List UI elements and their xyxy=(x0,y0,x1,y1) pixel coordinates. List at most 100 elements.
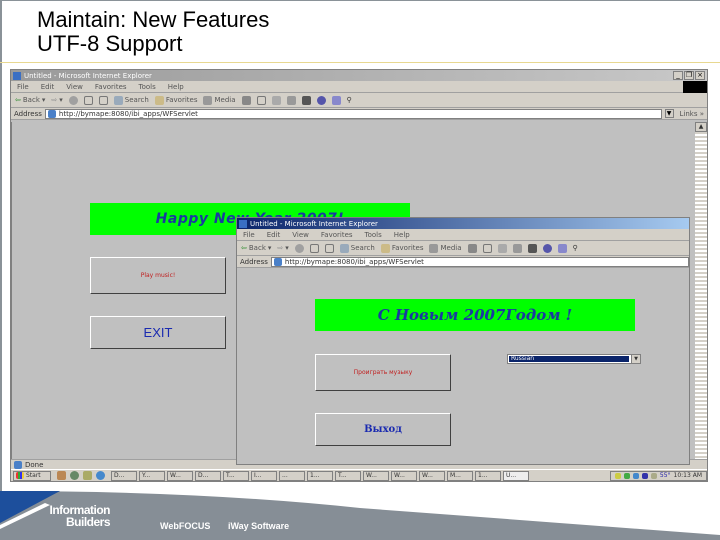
menu-file[interactable]: File xyxy=(17,83,29,91)
back-button[interactable]: ⇦ Back ▾ xyxy=(15,96,45,104)
edit-icon[interactable] xyxy=(286,95,296,105)
discuss-icon[interactable] xyxy=(527,243,537,253)
language-select[interactable]: Russian ▼ xyxy=(507,354,641,364)
menu-favorites[interactable]: Favorites xyxy=(95,83,127,91)
menu-view[interactable]: View xyxy=(292,231,309,239)
address-input[interactable]: http://bymape:8080/ibi_apps/WFServlet xyxy=(44,108,662,119)
address-value: http://bymape:8080/ibi_apps/WFServlet xyxy=(284,257,424,266)
edit-icon[interactable] xyxy=(512,243,522,253)
task-button[interactable]: W... xyxy=(391,470,417,481)
mail-icon[interactable] xyxy=(482,243,492,253)
search-button[interactable]: Search xyxy=(339,243,375,253)
title-bar: Untitled - Microsoft Internet Explorer xyxy=(237,218,689,229)
home-icon[interactable] xyxy=(98,95,108,105)
stop-icon[interactable] xyxy=(294,243,304,253)
history-icon[interactable] xyxy=(241,95,251,105)
menu-help[interactable]: Help xyxy=(394,231,410,239)
menu-favorites[interactable]: Favorites xyxy=(321,231,353,239)
menu-edit[interactable]: Edit xyxy=(267,231,281,239)
menu-tools[interactable]: Tools xyxy=(365,231,382,239)
address-input[interactable]: http://bymape:8080/ibi_apps/WFServlet xyxy=(270,256,689,267)
stop-icon[interactable] xyxy=(68,95,78,105)
discuss-icon[interactable] xyxy=(301,95,311,105)
quicklaunch-icon-2[interactable] xyxy=(70,471,79,480)
task-button[interactable]: Y... xyxy=(139,470,165,481)
task-button[interactable]: D... xyxy=(195,470,221,481)
task-button[interactable]: W... xyxy=(167,470,193,481)
print-icon[interactable] xyxy=(497,243,507,253)
minimize-button[interactable]: _ xyxy=(673,71,683,80)
tray-icon-network[interactable] xyxy=(632,472,639,479)
menu-file[interactable]: File xyxy=(243,231,255,239)
webfocus-label: WebFOCUS xyxy=(160,521,211,531)
media-button[interactable]: Media xyxy=(429,243,462,253)
forward-button[interactable]: ⇨ ▾ xyxy=(51,96,62,104)
research-icon[interactable] xyxy=(557,243,567,253)
favorites-icon xyxy=(380,243,390,253)
task-button[interactable]: M... xyxy=(447,470,473,481)
task-button[interactable]: T... xyxy=(223,470,249,481)
research-icon[interactable] xyxy=(331,95,341,105)
quicklaunch-icon-3[interactable] xyxy=(83,471,92,480)
vertical-scrollbar[interactable]: ▲ xyxy=(695,122,707,459)
home-icon[interactable] xyxy=(324,243,334,253)
quicklaunch-icon-1[interactable] xyxy=(57,471,66,480)
exit-button[interactable]: Выход xyxy=(315,413,451,446)
messenger-icon[interactable] xyxy=(542,243,552,253)
start-button[interactable]: Start xyxy=(13,470,51,481)
task-button[interactable]: D... xyxy=(111,470,137,481)
address-dropdown-button[interactable]: ▼ xyxy=(664,109,674,118)
weather-icon[interactable] xyxy=(650,472,657,479)
menu-view[interactable]: View xyxy=(66,83,83,91)
runner-icon[interactable]: ⚲ xyxy=(573,244,582,253)
restore-button[interactable]: ❐ xyxy=(684,71,694,80)
mail-icon[interactable] xyxy=(256,95,266,105)
menu-tools[interactable]: Tools xyxy=(139,83,156,91)
links-button[interactable]: Links » xyxy=(677,110,708,118)
history-icon[interactable] xyxy=(467,243,477,253)
chevron-down-icon[interactable]: ▼ xyxy=(631,355,640,363)
exit-button[interactable]: EXIT xyxy=(90,316,226,349)
forward-button[interactable]: ⇨ ▾ xyxy=(277,244,288,252)
play-music-button[interactable]: Проиграть музыку xyxy=(315,354,451,391)
back-button[interactable]: ⇦ Back ▾ xyxy=(241,244,271,252)
temperature: 55° xyxy=(659,472,671,479)
favorites-button[interactable]: Favorites xyxy=(154,95,197,105)
volume-icon[interactable] xyxy=(614,472,621,479)
task-button[interactable]: W... xyxy=(363,470,389,481)
media-button[interactable]: Media xyxy=(203,95,236,105)
play-music-button[interactable]: Play music! xyxy=(90,257,226,294)
windows-flag-icon xyxy=(16,472,24,479)
refresh-icon[interactable] xyxy=(83,95,93,105)
page-icon xyxy=(273,257,282,266)
menu-help[interactable]: Help xyxy=(168,83,184,91)
messenger-icon[interactable] xyxy=(316,95,326,105)
ie-quicklaunch-icon[interactable] xyxy=(96,471,105,480)
tray-icon-shield[interactable] xyxy=(641,472,648,479)
information-builders-logo: Information Builders xyxy=(49,503,111,529)
tray-icon-v[interactable] xyxy=(623,472,630,479)
task-button[interactable]: W... xyxy=(419,470,445,481)
favorites-button[interactable]: Favorites xyxy=(380,243,423,253)
close-button[interactable]: × xyxy=(695,71,705,80)
runner-icon[interactable]: ⚲ xyxy=(347,96,356,105)
task-button-active[interactable]: U... xyxy=(503,470,529,481)
task-button[interactable]: ... xyxy=(279,470,305,481)
scroll-up-button[interactable]: ▲ xyxy=(695,122,707,132)
search-button[interactable]: Search xyxy=(113,95,149,105)
task-button[interactable]: 1... xyxy=(307,470,333,481)
menu-edit[interactable]: Edit xyxy=(41,83,55,91)
windows-taskbar: Start D... Y... W... D... T... I... ... … xyxy=(11,469,707,481)
task-button[interactable]: 1... xyxy=(475,470,501,481)
slide-title-line1: Maintain: New Features xyxy=(37,7,270,32)
toolbar: ⇦ Back ▾ ⇨ ▾ Search Favorites Media ⚲ xyxy=(11,93,707,108)
media-icon xyxy=(429,243,439,253)
print-icon[interactable] xyxy=(271,95,281,105)
refresh-icon[interactable] xyxy=(309,243,319,253)
slide-frame-left xyxy=(0,0,2,540)
forward-arrow-icon: ⇨ xyxy=(277,244,284,252)
task-button[interactable]: T... xyxy=(335,470,361,481)
address-value: http://bymape:8080/ibi_apps/WFServlet xyxy=(58,109,198,118)
window-title: Untitled - Microsoft Internet Explorer xyxy=(24,71,152,80)
task-button[interactable]: I... xyxy=(251,470,277,481)
